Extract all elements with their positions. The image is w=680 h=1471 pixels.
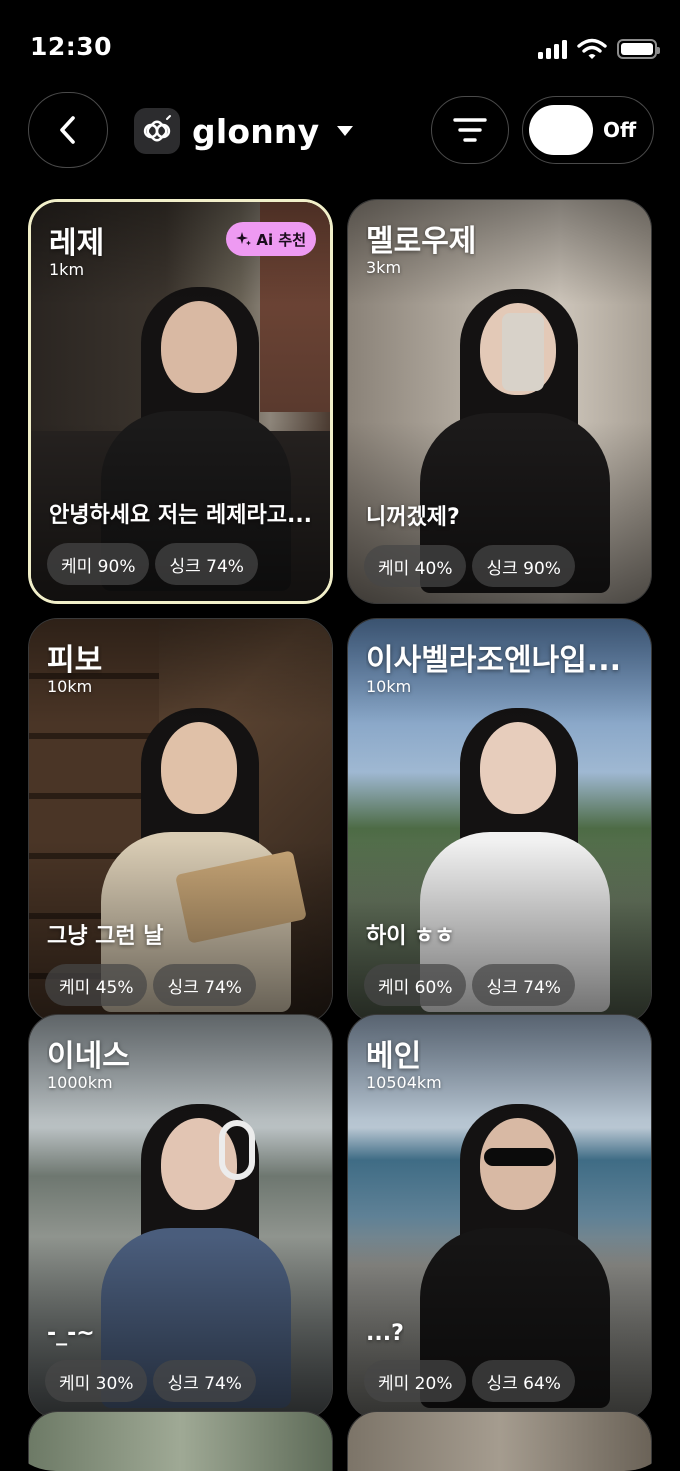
status-time: 12:30 (30, 32, 113, 61)
sync-pill: 싱크 74% (153, 1360, 256, 1402)
sync-pill: 싱크 64% (472, 1360, 575, 1402)
profile-stats: 케미 30% 싱크 74% (45, 1360, 256, 1402)
app-switcher[interactable]: glonny (134, 108, 355, 154)
chemistry-pill: 케미 30% (45, 1360, 148, 1402)
profile-name: 레제 (49, 226, 105, 261)
profile-stats: 케미 20% 싱크 64% (364, 1360, 575, 1402)
profile-bio: 하이 ㅎㅎ (366, 924, 455, 949)
profile-card[interactable]: 멜로우제 3km 니꺼겠제? 케미 40% 싱크 90% (347, 199, 652, 604)
back-button[interactable] (28, 92, 108, 168)
phone-screen: 12:30 glonny Off 레제 1km Ai 추천 안녕하세요 저는 레… (0, 0, 680, 1471)
battery-icon (617, 39, 660, 59)
profile-name: 이네스 (47, 1039, 130, 1074)
toggle-knob (529, 105, 593, 155)
profile-bio: 니꺼겠제? (366, 505, 460, 530)
profile-photo (348, 1412, 651, 1471)
profile-distance: 1km (49, 260, 85, 279)
filter-icon (453, 118, 487, 142)
profile-photo (29, 1412, 332, 1471)
sync-pill: 싱크 74% (472, 964, 575, 1006)
profile-stats: 케미 45% 싱크 74% (45, 964, 256, 1006)
profile-stats: 케미 60% 싱크 74% (364, 964, 575, 1006)
profile-distance: 10504km (366, 1073, 442, 1092)
filter-button[interactable] (431, 96, 509, 164)
wifi-icon (577, 38, 607, 59)
toggle-label: Off (603, 118, 637, 142)
chemistry-pill: 케미 60% (364, 964, 467, 1006)
sync-pill: 싱크 74% (155, 543, 258, 585)
profile-bio: 그냥 그런 날 (47, 924, 164, 949)
profile-card[interactable]: 이네스 1000km -_-~ 케미 30% 싱크 74% (28, 1014, 333, 1419)
chevron-left-icon (60, 116, 75, 144)
profile-card[interactable]: 베인 10504km ...? 케미 20% 싱크 64% (347, 1014, 652, 1419)
ai-badge-label: Ai 추천 (256, 230, 306, 249)
chemistry-pill: 케미 40% (364, 545, 467, 587)
profile-stats: 케미 40% 싱크 90% (364, 545, 575, 587)
ai-recommend-badge: Ai 추천 (226, 222, 316, 256)
cellular-signal-icon (538, 39, 567, 59)
profile-card-partial[interactable] (28, 1411, 333, 1471)
glonny-logo-icon (134, 108, 180, 154)
profile-card[interactable]: 레제 1km Ai 추천 안녕하세요 저는 레제라고... 케미 90% 싱크 … (28, 199, 333, 604)
profile-name: 베인 (366, 1039, 422, 1074)
app-name: glonny (192, 111, 320, 151)
profile-distance: 10km (366, 677, 412, 696)
profile-stats: 케미 90% 싱크 74% (47, 543, 258, 585)
chemistry-pill: 케미 20% (364, 1360, 467, 1402)
profile-card[interactable]: 이사벨라조엔나입... 10km 하이 ㅎㅎ 케미 60% 싱크 74% (347, 618, 652, 1023)
chemistry-pill: 케미 90% (47, 543, 150, 585)
profile-name: 피보 (47, 643, 103, 678)
profile-distance: 3km (366, 258, 402, 277)
profile-name: 멜로우제 (366, 224, 477, 259)
profile-name: 이사벨라조엔나입... (366, 643, 621, 678)
sync-pill: 싱크 90% (472, 545, 575, 587)
sync-pill: 싱크 74% (153, 964, 256, 1006)
profile-distance: 1000km (47, 1073, 113, 1092)
ai-toggle[interactable]: Off (522, 96, 654, 164)
profile-bio: ...? (366, 1321, 404, 1346)
caret-down-icon (337, 126, 354, 136)
profile-bio: 안녕하세요 저는 레제라고... (49, 503, 313, 528)
profile-bio: -_-~ (47, 1321, 95, 1346)
status-icons (538, 38, 660, 60)
profile-distance: 10km (47, 677, 93, 696)
chemistry-pill: 케미 45% (45, 964, 148, 1006)
status-bar: 12:30 (0, 0, 680, 96)
sparkle-icon (236, 232, 252, 246)
profile-card[interactable]: 피보 10km 그냥 그런 날 케미 45% 싱크 74% (28, 618, 333, 1023)
profile-card-partial[interactable] (347, 1411, 652, 1471)
